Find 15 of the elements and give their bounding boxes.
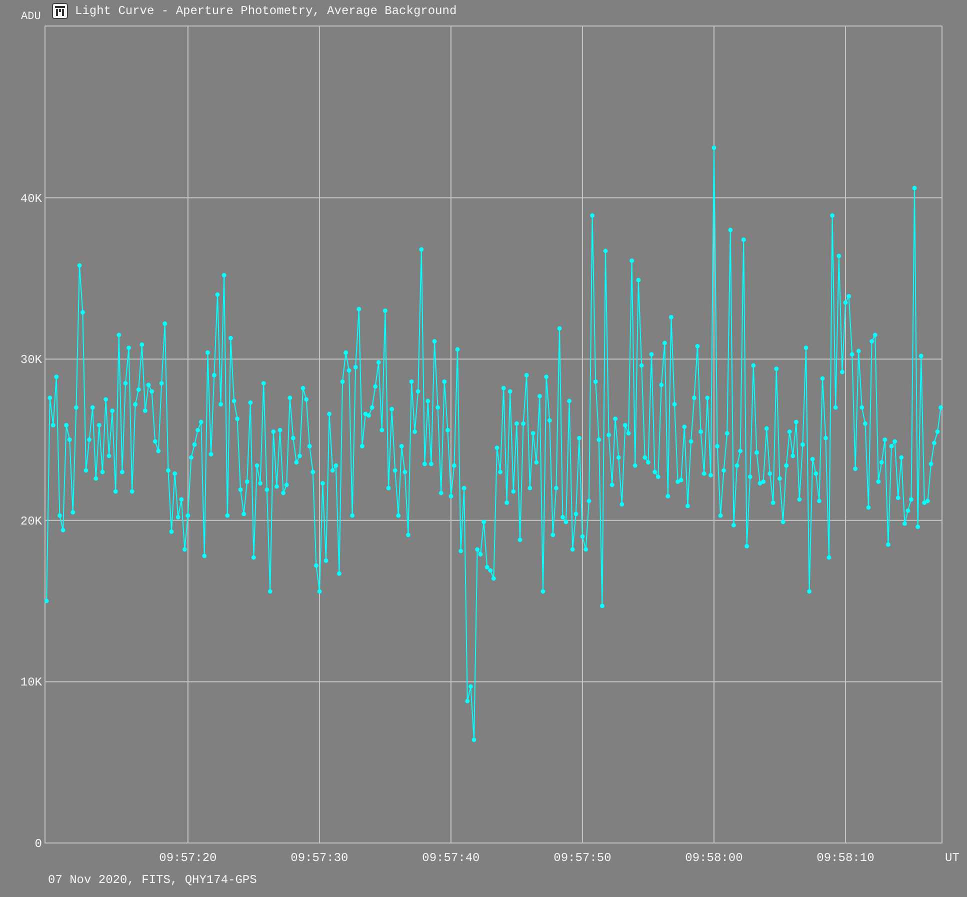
axis-tick-label: 09:58:00: [685, 851, 743, 865]
window-title: Light Curve - Aperture Photometry, Average Background: [75, 4, 457, 18]
axis-tick-label: 40K: [20, 192, 42, 206]
axis-tick-label: 20K: [20, 514, 42, 528]
axis-label: ADU: [21, 11, 42, 23]
axis-tick-label: 09:58:10: [816, 851, 874, 865]
axis-tick-label: 09:57:40: [422, 851, 480, 865]
axis-tick-label: 09:57:30: [290, 851, 348, 865]
axis-tick-label: 10K: [20, 676, 42, 690]
axis-tick-label: 09:57:20: [159, 851, 217, 865]
axis-tick-label: 0: [34, 837, 42, 851]
caption: 07 Nov 2020, FITS, QHY174-GPS: [48, 873, 257, 887]
axis-label: UT: [945, 851, 960, 865]
axis-tick-label: 30K: [20, 353, 42, 368]
axis-tick-label: 09:57:50: [554, 851, 612, 865]
